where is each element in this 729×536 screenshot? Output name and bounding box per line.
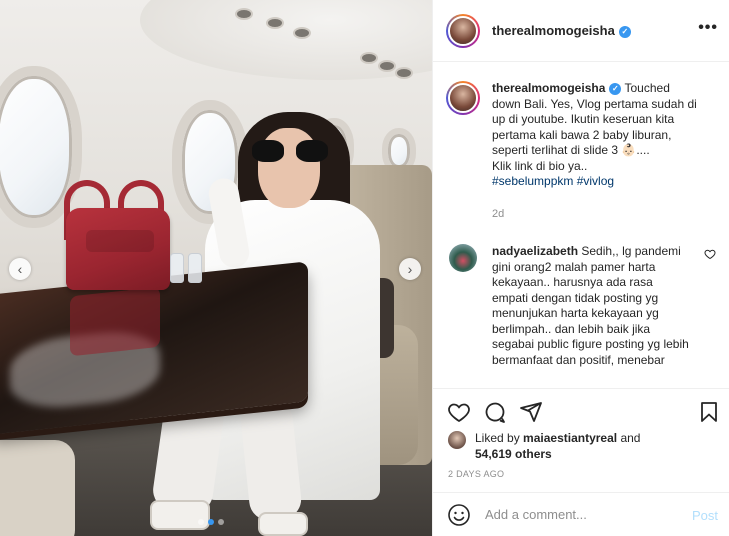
comment-like-icon[interactable]	[704, 248, 716, 260]
commenter-username[interactable]: nadyaelizabeth	[492, 244, 578, 258]
share-paper-plane-icon[interactable]	[519, 400, 543, 424]
comment-text: Sedih,, lg pandemi gini orang2 malah pam…	[492, 244, 689, 367]
air-vent	[293, 27, 311, 39]
verified-badge-icon: ✓	[609, 83, 622, 95]
likes-text: Liked by maiaestiantyreal and 54,619 oth…	[475, 431, 695, 462]
red-handbag	[66, 208, 170, 290]
air-vent	[360, 52, 378, 64]
comments-section[interactable]: therealmomogeisha ✓ Touched down Bali. Ye…	[433, 63, 729, 387]
caption-time[interactable]: 2d	[492, 207, 697, 223]
action-bar: Liked by maiaestiantyreal and 54,619 oth…	[433, 388, 729, 492]
water-bottle	[170, 253, 184, 283]
carousel-next-button[interactable]: ›	[399, 258, 421, 280]
comment-bubble-icon[interactable]	[483, 400, 507, 424]
caption-username[interactable]: therealmomogeisha	[492, 81, 605, 95]
carousel-dot	[218, 519, 224, 525]
air-vent	[266, 17, 284, 29]
likes-prefix: Liked by	[475, 431, 520, 445]
comment-item: nadyaelizabeth Sedih,, lg pandemi gini o…	[446, 244, 716, 368]
sunglasses	[252, 140, 328, 164]
caption-text-2: Klik link di bio ya..	[492, 158, 588, 173]
add-comment-input[interactable]	[485, 507, 675, 522]
likes-count[interactable]: 54,619 others	[475, 447, 552, 461]
liker-avatar[interactable]	[448, 431, 466, 449]
post-comment-button[interactable]: Post	[692, 508, 718, 523]
like-heart-icon[interactable]	[447, 400, 471, 424]
carousel-prev-button[interactable]: ‹	[9, 258, 31, 280]
white-heel	[150, 500, 210, 530]
water-bottle	[188, 253, 202, 283]
emoji-icon[interactable]	[447, 503, 471, 527]
likes-conj: and	[620, 431, 641, 445]
liker-username[interactable]: maiaestiantyreal	[523, 431, 617, 445]
add-comment-bar: Post	[433, 492, 729, 536]
white-heel	[258, 512, 308, 536]
verified-badge-icon: ✓	[618, 26, 631, 38]
bookmark-save-icon[interactable]	[697, 400, 721, 424]
carousel-dots	[198, 519, 224, 525]
caption-entry: therealmomogeisha ✓ Touched down Bali. Ye…	[446, 81, 716, 222]
air-vent	[378, 60, 396, 72]
post-photo[interactable]: ‹ ›	[0, 0, 432, 536]
post-side-panel: therealmomogeisha ✓ ••• therealmomogeisha…	[432, 0, 729, 536]
caption-hashtags[interactable]: #sebelumppkm #vivlog	[492, 174, 614, 188]
carousel-dot	[198, 519, 204, 525]
caption-body: therealmomogeisha ✓ Touched down Bali. Ye…	[492, 81, 697, 222]
more-options-icon[interactable]: •••	[698, 19, 718, 37]
carousel-dot-active	[208, 519, 214, 525]
leather-seat-left	[0, 440, 75, 536]
liked-by: Liked by maiaestiantyreal and 54,619 oth…	[448, 431, 695, 462]
post-date[interactable]: 2 DAYS AGO	[448, 469, 504, 479]
air-vent	[235, 8, 253, 20]
comment-body: nadyaelizabeth Sedih,, lg pandemi gini o…	[492, 244, 692, 368]
author-username[interactable]: therealmomogeisha ✓	[492, 23, 631, 38]
air-vent	[395, 67, 413, 79]
caption-avatar[interactable]	[446, 81, 480, 115]
commenter-avatar[interactable]	[449, 244, 477, 272]
author-avatar[interactable]	[446, 13, 480, 48]
post-header: therealmomogeisha ✓ •••	[433, 0, 729, 62]
